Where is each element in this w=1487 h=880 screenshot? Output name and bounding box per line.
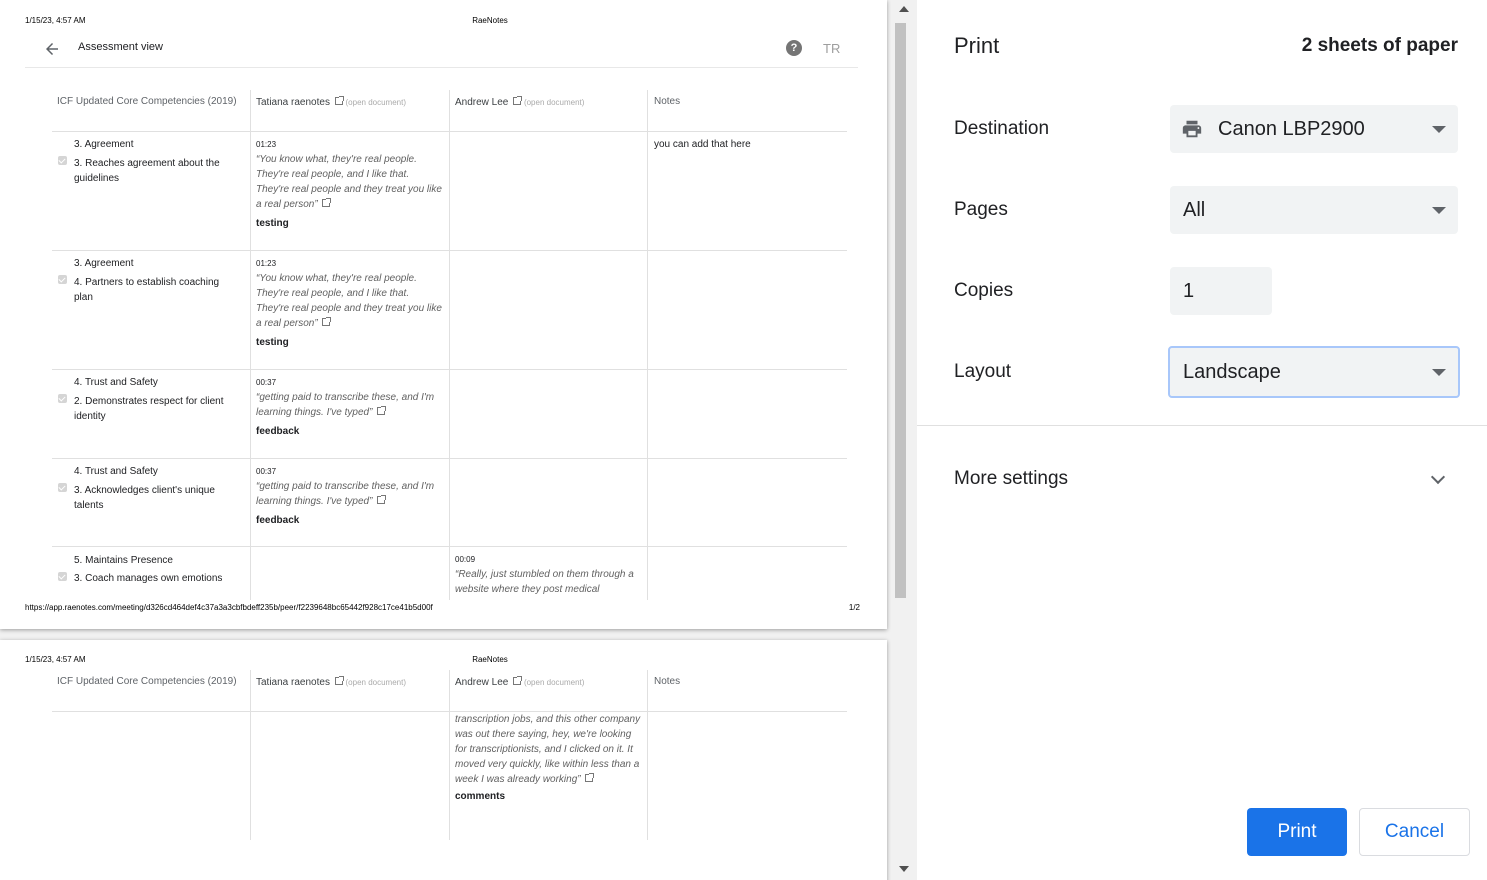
open-external-icon — [513, 676, 523, 685]
open-external-icon — [322, 198, 332, 207]
print-settings-panel: Print 2 sheets of paper Destination Cano… — [917, 0, 1487, 880]
destination-label: Destination — [954, 118, 1050, 139]
layout-select[interactable]: Landscape — [1168, 346, 1460, 398]
layout-label: Layout — [954, 361, 1012, 382]
open-external-icon — [377, 406, 387, 415]
open-external-icon — [377, 495, 387, 504]
note-cell: you can add that here — [654, 139, 751, 150]
evidence-cell: 01:23 “You know what, they're real peopl… — [256, 140, 442, 229]
divider — [917, 425, 1487, 426]
header-notes: Notes — [654, 96, 681, 107]
scroll-down-icon[interactable] — [899, 866, 909, 872]
header-person-2: Andrew Lee (open document) — [455, 676, 585, 688]
header-person-1: Tatiana raenotes (open document) — [256, 676, 406, 688]
preview-page-1: 1/15/23, 4:57 AM RaeNotes Assessment vie… — [0, 0, 887, 629]
dropdown-arrow-icon — [1432, 369, 1446, 376]
competency-cell: 4. Trust and Safety 3. Acknowledges clie… — [52, 464, 247, 513]
checkbox-icon — [58, 156, 67, 165]
evidence-cell: 00:37 “getting paid to transcribe these,… — [256, 467, 435, 526]
assessment-grid: ICF Updated Core Competencies (2019) Tat… — [52, 670, 847, 840]
scroll-up-icon[interactable] — [899, 6, 909, 12]
evidence-cell: 00:37 “getting paid to transcribe these,… — [256, 378, 435, 437]
chevron-down-icon[interactable] — [1430, 469, 1446, 485]
open-external-icon — [322, 317, 332, 326]
dropdown-arrow-icon — [1432, 126, 1446, 133]
header-person-1: Tatiana raenotes (open document) — [256, 96, 406, 108]
competency-cell: 3. Agreement 4. Partners to establish co… — [52, 256, 247, 305]
page-footer-url: https://app.raenotes.com/meeting/d326cd4… — [25, 603, 433, 612]
checkbox-icon — [58, 275, 67, 284]
more-settings-toggle[interactable]: More settings — [954, 468, 1068, 490]
open-external-icon — [513, 96, 523, 105]
page-header-title: RaeNotes — [472, 16, 508, 25]
copies-input[interactable]: 1 — [1170, 267, 1272, 315]
competency-cell: 5. Maintains Presence 3. Coach manages o… — [52, 553, 247, 586]
scrollbar-thumb[interactable] — [895, 23, 906, 598]
header-competencies: ICF Updated Core Competencies (2019) — [57, 676, 237, 687]
open-external-icon — [585, 773, 595, 782]
print-button[interactable]: Print — [1247, 808, 1347, 856]
page-header-title: RaeNotes — [472, 655, 508, 664]
app-bar: Assessment view ? TR — [25, 30, 858, 68]
help-icon: ? — [786, 40, 802, 56]
pages-label: Pages — [954, 199, 1008, 220]
evidence-cell: transcription jobs, and this other compa… — [455, 714, 641, 802]
checkbox-icon — [58, 572, 67, 581]
print-preview: 1/15/23, 4:57 AM RaeNotes Assessment vie… — [0, 0, 917, 880]
competency-cell: 3. Agreement 3. Reaches agreement about … — [52, 137, 247, 186]
preview-scrollbar[interactable] — [891, 0, 917, 880]
header-competencies: ICF Updated Core Competencies (2019) — [57, 96, 237, 107]
page-number: 1/2 — [848, 603, 860, 612]
evidence-cell: 00:09 “Really, just stumbled on them thr… — [455, 555, 634, 595]
competency-cell: 4. Trust and Safety 2. Demonstrates resp… — [52, 375, 247, 424]
copies-label: Copies — [954, 280, 1014, 301]
arrow-back-icon — [46, 43, 58, 55]
dropdown-arrow-icon — [1432, 207, 1446, 214]
pages-select[interactable]: All — [1170, 186, 1458, 234]
open-external-icon — [334, 96, 344, 105]
checkbox-icon — [58, 483, 67, 492]
sheet-count: 2 sheets of paper — [1301, 35, 1458, 56]
assessment-grid: ICF Updated Core Competencies (2019) Tat… — [52, 90, 847, 600]
cancel-button[interactable]: Cancel — [1359, 808, 1470, 856]
evidence-cell: 01:23 “You know what, they're real peopl… — [256, 259, 442, 348]
printer-icon — [1182, 120, 1202, 138]
checkbox-icon — [58, 394, 67, 403]
header-person-2: Andrew Lee (open document) — [455, 96, 585, 108]
preview-page-2: 1/15/23, 4:57 AM RaeNotes ICF Updated Co… — [0, 640, 887, 880]
destination-select[interactable]: Canon LBP2900 — [1170, 105, 1458, 153]
header-notes: Notes — [654, 676, 681, 687]
open-external-icon — [334, 676, 344, 685]
print-dialog-title: Print — [954, 33, 1000, 58]
page-title: Assessment view — [78, 41, 163, 53]
avatar: TR — [823, 41, 841, 56]
